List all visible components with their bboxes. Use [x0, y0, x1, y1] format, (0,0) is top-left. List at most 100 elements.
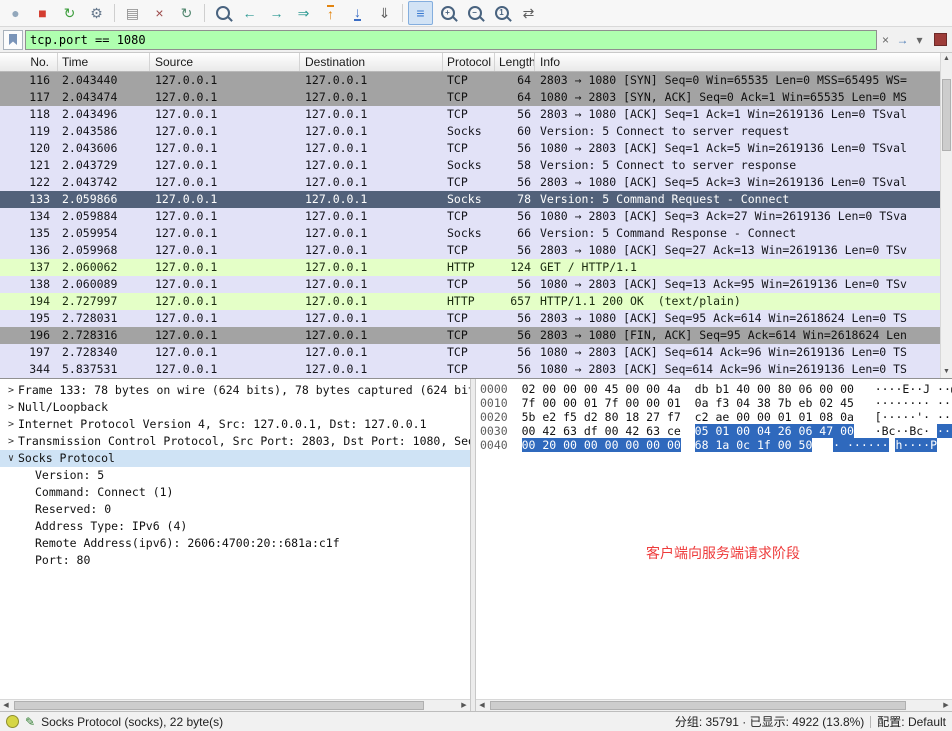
- column-header-destination[interactable]: Destination: [300, 53, 443, 71]
- packet-row[interactable]: 1942.727997127.0.0.1127.0.0.1HTTP657HTTP…: [0, 293, 952, 310]
- hex-bytes-2: 05 01 00 04 26 06 47 00: [695, 424, 854, 438]
- detail-line[interactable]: ∨Socks Protocol: [0, 450, 470, 467]
- scroll-right-icon[interactable]: ▶: [940, 700, 952, 711]
- filter-clear-button[interactable]: ×: [877, 30, 894, 50]
- go-back-button[interactable]: ←: [237, 1, 262, 25]
- packet-row[interactable]: 1962.728316127.0.0.1127.0.0.1TCP562803 →…: [0, 327, 952, 344]
- scrollbar-thumb[interactable]: [490, 701, 906, 710]
- colorize-button[interactable]: ≡: [408, 1, 433, 25]
- expander-icon[interactable]: ∨: [4, 450, 18, 467]
- packet-row[interactable]: 1342.059884127.0.0.1127.0.0.1TCP561080 →…: [0, 208, 952, 225]
- detail-line[interactable]: Command: Connect (1): [0, 484, 470, 501]
- filter-apply-button[interactable]: →: [894, 30, 911, 50]
- resize-columns-button[interactable]: ⇄: [516, 1, 541, 25]
- go-to-packet-button[interactable]: ⇒: [291, 1, 316, 25]
- expander-icon[interactable]: [21, 535, 35, 552]
- hex-row[interactable]: 0040 00 20 00 00 00 00 00 00 68 1a 0c 1f…: [480, 438, 952, 452]
- packet-row[interactable]: 1222.043742127.0.0.1127.0.0.1TCP562803 →…: [0, 174, 952, 191]
- expander-icon[interactable]: [21, 484, 35, 501]
- scrollbar-thumb[interactable]: [14, 701, 424, 710]
- column-header-time[interactable]: Time: [58, 53, 150, 71]
- details-scrollbar[interactable]: ◀ ▶: [0, 699, 470, 711]
- packet-list-scrollbar[interactable]: ▲ ▼: [940, 53, 952, 378]
- packet-row[interactable]: 1192.043586127.0.0.1127.0.0.1Socks60Vers…: [0, 123, 952, 140]
- packet-row[interactable]: 1172.043474127.0.0.1127.0.0.1TCP641080 →…: [0, 89, 952, 106]
- expander-icon[interactable]: [21, 552, 35, 569]
- scrollbar-track[interactable]: [12, 700, 458, 711]
- packet-row[interactable]: 1362.059968127.0.0.1127.0.0.1TCP562803 →…: [0, 242, 952, 259]
- column-header-source[interactable]: Source: [150, 53, 300, 71]
- expander-icon[interactable]: [21, 518, 35, 535]
- auto-scroll-button[interactable]: ⇓: [372, 1, 397, 25]
- packet-row[interactable]: 1182.043496127.0.0.1127.0.0.1TCP562803 →…: [0, 106, 952, 123]
- capture-comment-icon[interactable]: ✎: [25, 715, 35, 729]
- go-forward-button[interactable]: →: [264, 1, 289, 25]
- cell-source: 127.0.0.1: [150, 123, 300, 140]
- packet-row[interactable]: 1162.043440127.0.0.1127.0.0.1TCP642803 →…: [0, 72, 952, 89]
- scroll-up-icon[interactable]: ▲: [941, 53, 952, 65]
- zoom-original-button[interactable]: [489, 1, 514, 25]
- packet-bytes-body: 0000 02 00 00 00 45 00 00 4a db b1 40 00…: [476, 379, 952, 452]
- cell-no: 136: [0, 242, 58, 259]
- detail-line[interactable]: >Internet Protocol Version 4, Src: 127.0…: [0, 416, 470, 433]
- column-header-protocol[interactable]: Protocol: [443, 53, 495, 71]
- find-packet-button[interactable]: [210, 1, 235, 25]
- packet-row[interactable]: 1372.060062127.0.0.1127.0.0.1HTTP124GET …: [0, 259, 952, 276]
- scroll-down-icon[interactable]: ▼: [941, 366, 952, 378]
- open-file-button[interactable]: ▤: [120, 1, 145, 25]
- column-header-no[interactable]: No.: [0, 53, 58, 71]
- expert-info-icon[interactable]: [6, 715, 19, 728]
- detail-line[interactable]: Port: 80: [0, 552, 470, 569]
- packet-row[interactable]: 1212.043729127.0.0.1127.0.0.1Socks58Vers…: [0, 157, 952, 174]
- hex-row[interactable]: 0020 5b e2 f5 d2 80 18 27 f7 c2 ae 00 00…: [480, 410, 952, 424]
- column-header-length[interactable]: Length: [495, 53, 535, 71]
- restart-capture-button[interactable]: ↻: [57, 1, 82, 25]
- bytes-scrollbar[interactable]: ◀ ▶: [476, 699, 952, 711]
- filter-bookmark-button[interactable]: [3, 30, 23, 50]
- detail-line[interactable]: Reserved: 0: [0, 501, 470, 518]
- expander-icon[interactable]: [21, 501, 35, 518]
- scroll-left-icon[interactable]: ◀: [0, 700, 12, 711]
- detail-line[interactable]: >Null/Loopback: [0, 399, 470, 416]
- filter-dropdown-button[interactable]: ▾: [911, 30, 928, 50]
- hex-row[interactable]: 0000 02 00 00 00 45 00 00 4a db b1 40 00…: [480, 382, 952, 396]
- packet-row[interactable]: 1952.728031127.0.0.1127.0.0.1TCP562803 →…: [0, 310, 952, 327]
- detail-line[interactable]: >Frame 133: 78 bytes on wire (624 bits),…: [0, 382, 470, 399]
- go-last-button[interactable]: ↓: [345, 1, 370, 25]
- expander-icon[interactable]: >: [4, 382, 18, 399]
- expander-icon[interactable]: >: [4, 399, 18, 416]
- close-file-button[interactable]: ×: [147, 1, 172, 25]
- packet-row[interactable]: 1202.043606127.0.0.1127.0.0.1TCP561080 →…: [0, 140, 952, 157]
- scrollbar-track[interactable]: [941, 65, 952, 366]
- zoom-in-button[interactable]: [435, 1, 460, 25]
- packet-row[interactable]: 1332.059866127.0.0.1127.0.0.1Socks78Vers…: [0, 191, 952, 208]
- packet-row[interactable]: 1972.728340127.0.0.1127.0.0.1TCP561080 →…: [0, 344, 952, 361]
- detail-line[interactable]: Address Type: IPv6 (4): [0, 518, 470, 535]
- zoom-out-button[interactable]: [462, 1, 487, 25]
- scrollbar-track[interactable]: [488, 700, 940, 711]
- filter-expression-button[interactable]: [934, 33, 947, 46]
- detail-line[interactable]: Remote Address(ipv6): 2606:4700:20::681a…: [0, 535, 470, 552]
- cell-length: 60: [495, 123, 535, 140]
- status-profile[interactable]: 配置: Default: [877, 713, 946, 730]
- hex-row[interactable]: 0030 00 42 63 df 00 42 63 ce 05 01 00 04…: [480, 424, 952, 438]
- packet-row[interactable]: 1352.059954127.0.0.1127.0.0.1Socks66Vers…: [0, 225, 952, 242]
- reload-file-button[interactable]: ↻: [174, 1, 199, 25]
- expander-icon[interactable]: >: [4, 416, 18, 433]
- packet-row[interactable]: 1382.060089127.0.0.1127.0.0.1TCP561080 →…: [0, 276, 952, 293]
- expander-icon[interactable]: >: [4, 433, 18, 450]
- detail-line[interactable]: >Transmission Control Protocol, Src Port…: [0, 433, 470, 450]
- hex-row[interactable]: 0010 7f 00 00 01 7f 00 00 01 0a f3 04 38…: [480, 396, 952, 410]
- column-header-info[interactable]: Info: [535, 53, 952, 71]
- expander-icon[interactable]: [21, 467, 35, 484]
- detail-line[interactable]: Version: 5: [0, 467, 470, 484]
- go-first-button[interactable]: ↑: [318, 1, 343, 25]
- packet-row[interactable]: 3445.837531127.0.0.1127.0.0.1TCP561080 →…: [0, 361, 952, 378]
- filter-input[interactable]: tcp.port == 1080: [25, 30, 877, 50]
- capture-options-button[interactable]: ⚙: [84, 1, 109, 25]
- scroll-right-icon[interactable]: ▶: [458, 700, 470, 711]
- start-capture-button[interactable]: ●: [3, 1, 28, 25]
- stop-capture-button[interactable]: ■: [30, 1, 55, 25]
- scroll-left-icon[interactable]: ◀: [476, 700, 488, 711]
- scrollbar-thumb[interactable]: [942, 79, 951, 151]
